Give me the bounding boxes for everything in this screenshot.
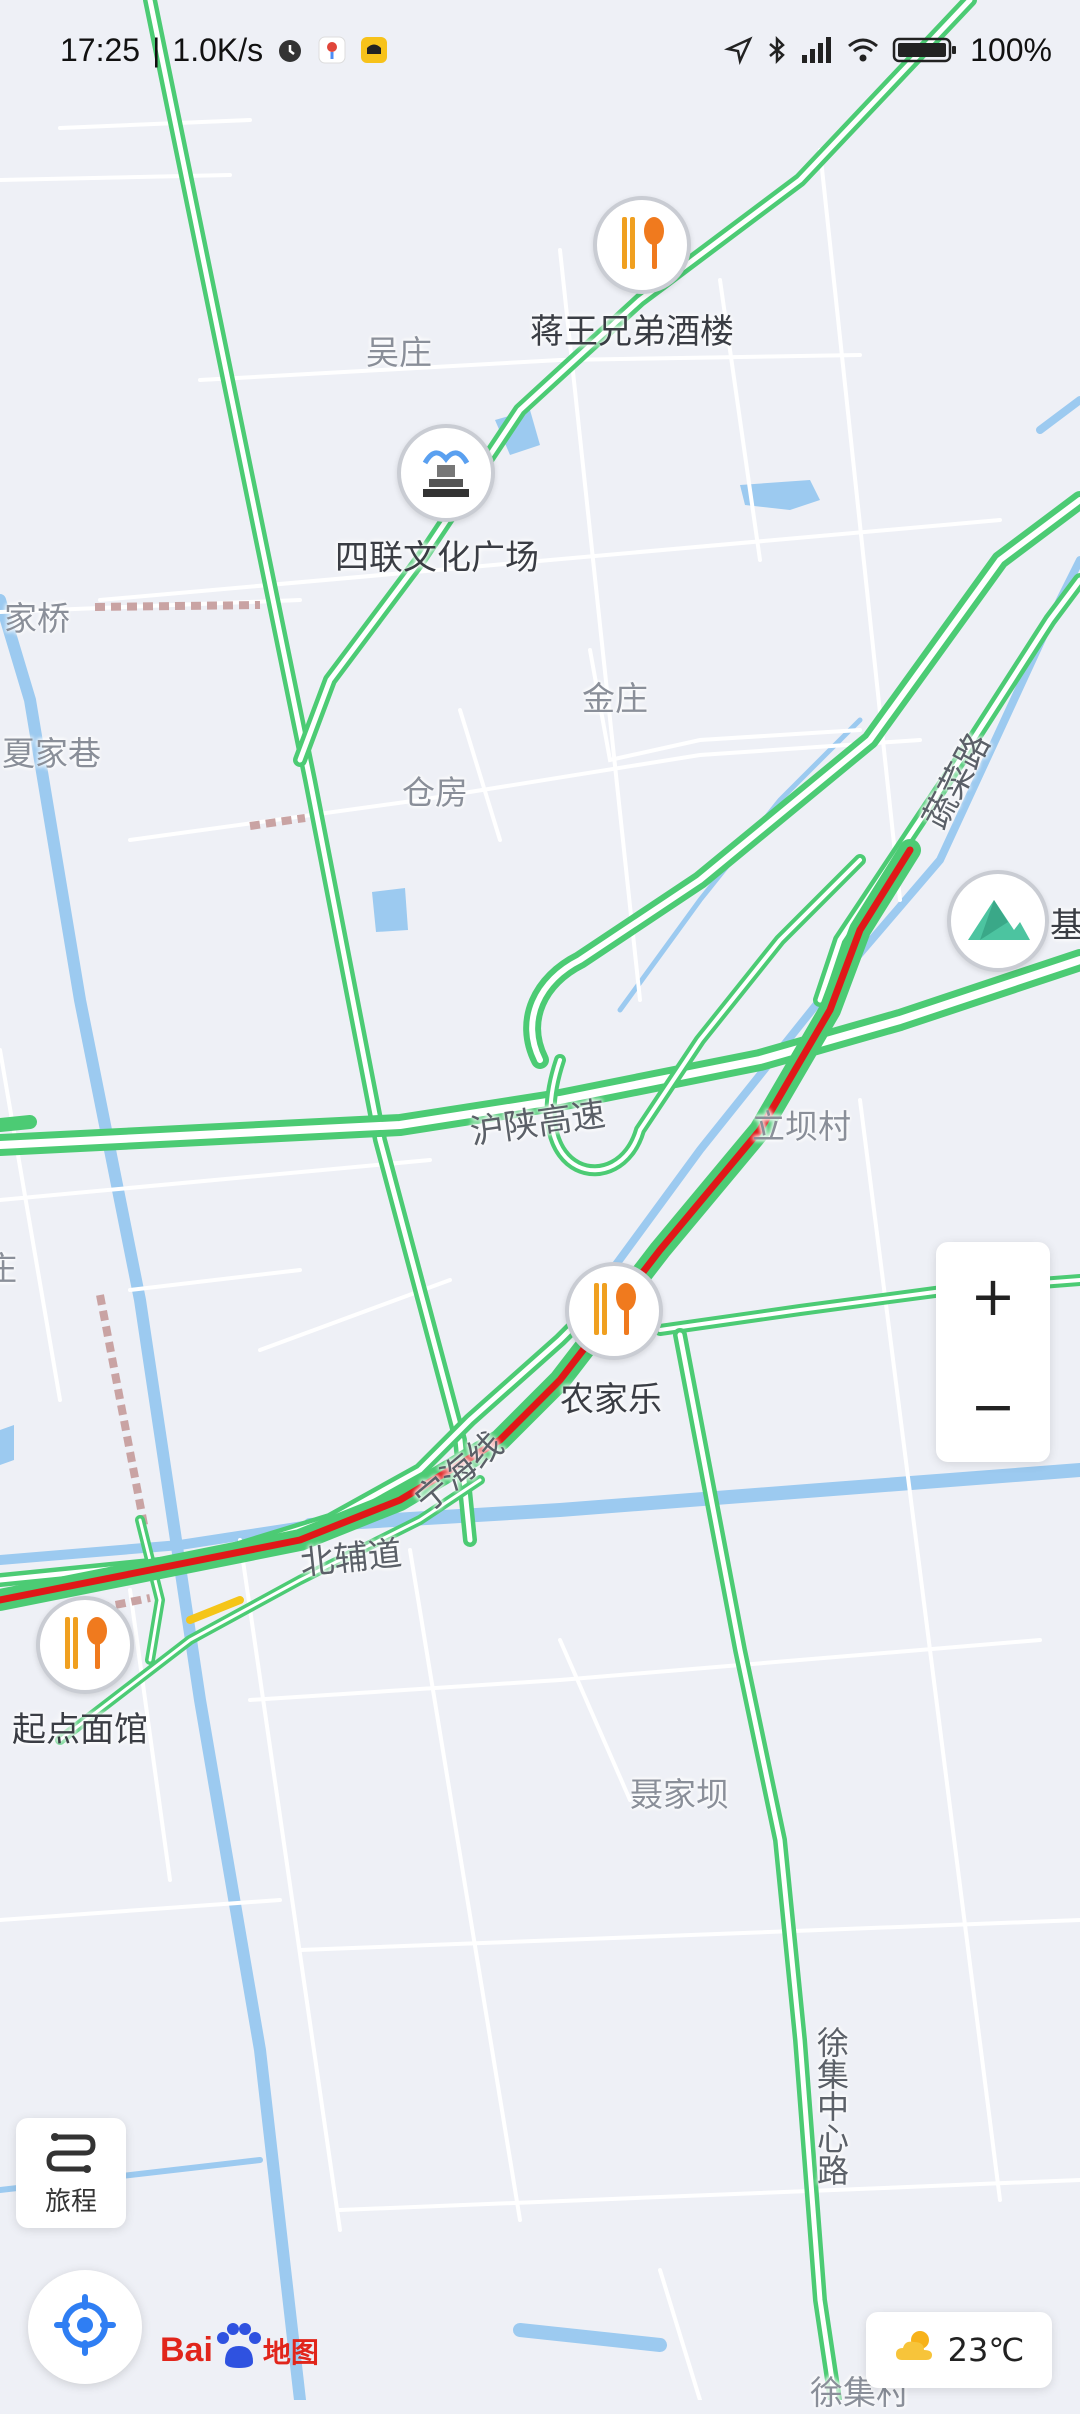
logo-text-bai: Bai <box>160 2331 213 2369</box>
status-time: 17:25 <box>60 31 141 68</box>
weather-widget[interactable]: 23℃ <box>866 2312 1052 2388</box>
cloudy-sun-icon <box>894 2328 938 2372</box>
trip-label: 旅程 <box>44 2186 97 2217</box>
place-label-edge: 庄 <box>0 1249 17 1288</box>
zoom-out-button[interactable]: − <box>970 1380 1015 1434</box>
poi-marker-nongjiale[interactable] <box>565 1262 663 1360</box>
map-canvas[interactable] <box>0 0 1080 2400</box>
rail-lines <box>94 601 306 1612</box>
place-label-libacun: 立坝村 <box>752 1107 851 1146</box>
poi-label-silian-plaza[interactable]: 四联文化广场 <box>335 530 539 579</box>
place-label-jinzhuang: 金庄 <box>582 679 648 718</box>
alarm-icon <box>275 35 305 65</box>
locate-me-button[interactable] <box>28 2270 142 2384</box>
place-label-xiajiaxiang: 夏家巷 <box>2 734 101 773</box>
restaurant-icon <box>614 213 670 277</box>
crosshair-location-icon <box>53 2293 117 2361</box>
place-label-cangfang: 仓房 <box>402 773 468 812</box>
restaurant-icon <box>57 1613 113 1677</box>
battery-level: 100% <box>970 31 1052 68</box>
status-bar: 17:25 | 1.0K/s 100% <box>0 0 1080 100</box>
mountain-icon <box>964 894 1032 948</box>
status-network-speed: 1.0K/s <box>172 31 264 68</box>
status-separator: | <box>152 31 161 68</box>
zoom-in-button[interactable]: + <box>970 1270 1015 1324</box>
restaurant-icon <box>586 1279 642 1343</box>
route-icon <box>45 2129 97 2177</box>
map-logo: Bai 地图 <box>160 2322 319 2379</box>
poi-label-jiangwang[interactable]: 蒋王兄弟酒楼 <box>530 304 734 353</box>
zoom-controls: + − <box>936 1242 1050 1462</box>
location-arrow-icon <box>724 35 754 65</box>
road-label-xuji-center-road: 徐集中心路 <box>812 2026 850 2186</box>
place-label-jiajiaqiao: 家桥 <box>4 599 70 638</box>
logo-text-map: 地图 <box>262 2336 319 2368</box>
poi-marker-base[interactable] <box>947 870 1049 972</box>
poi-label-nongjiale[interactable]: 农家乐 <box>560 1372 662 1421</box>
battery-icon <box>892 35 958 65</box>
place-label-wuzhuang: 吴庄 <box>366 333 432 372</box>
trip-button[interactable]: 旅程 <box>16 2118 126 2228</box>
map-pin-app-icon <box>317 35 347 65</box>
paw-logo-icon <box>213 2322 263 2379</box>
bluetooth-icon <box>766 35 788 65</box>
car-app-icon <box>359 35 389 65</box>
poi-label-qidian-noodle[interactable]: 起点面馆 <box>12 1702 148 1751</box>
poi-marker-jiangwang[interactable] <box>593 196 691 294</box>
minor-streets <box>0 118 1080 2400</box>
place-label-niejiaba: 聂家坝 <box>630 1775 729 1814</box>
poi-label-base[interactable]: 基 <box>1050 898 1080 947</box>
wifi-icon <box>846 35 880 65</box>
fountain-icon <box>415 441 477 505</box>
weather-temperature: 23℃ <box>947 2331 1025 2369</box>
poi-marker-silian-plaza[interactable] <box>397 424 495 522</box>
signal-icon <box>800 35 834 65</box>
poi-marker-qidian-noodle[interactable] <box>36 1596 134 1694</box>
